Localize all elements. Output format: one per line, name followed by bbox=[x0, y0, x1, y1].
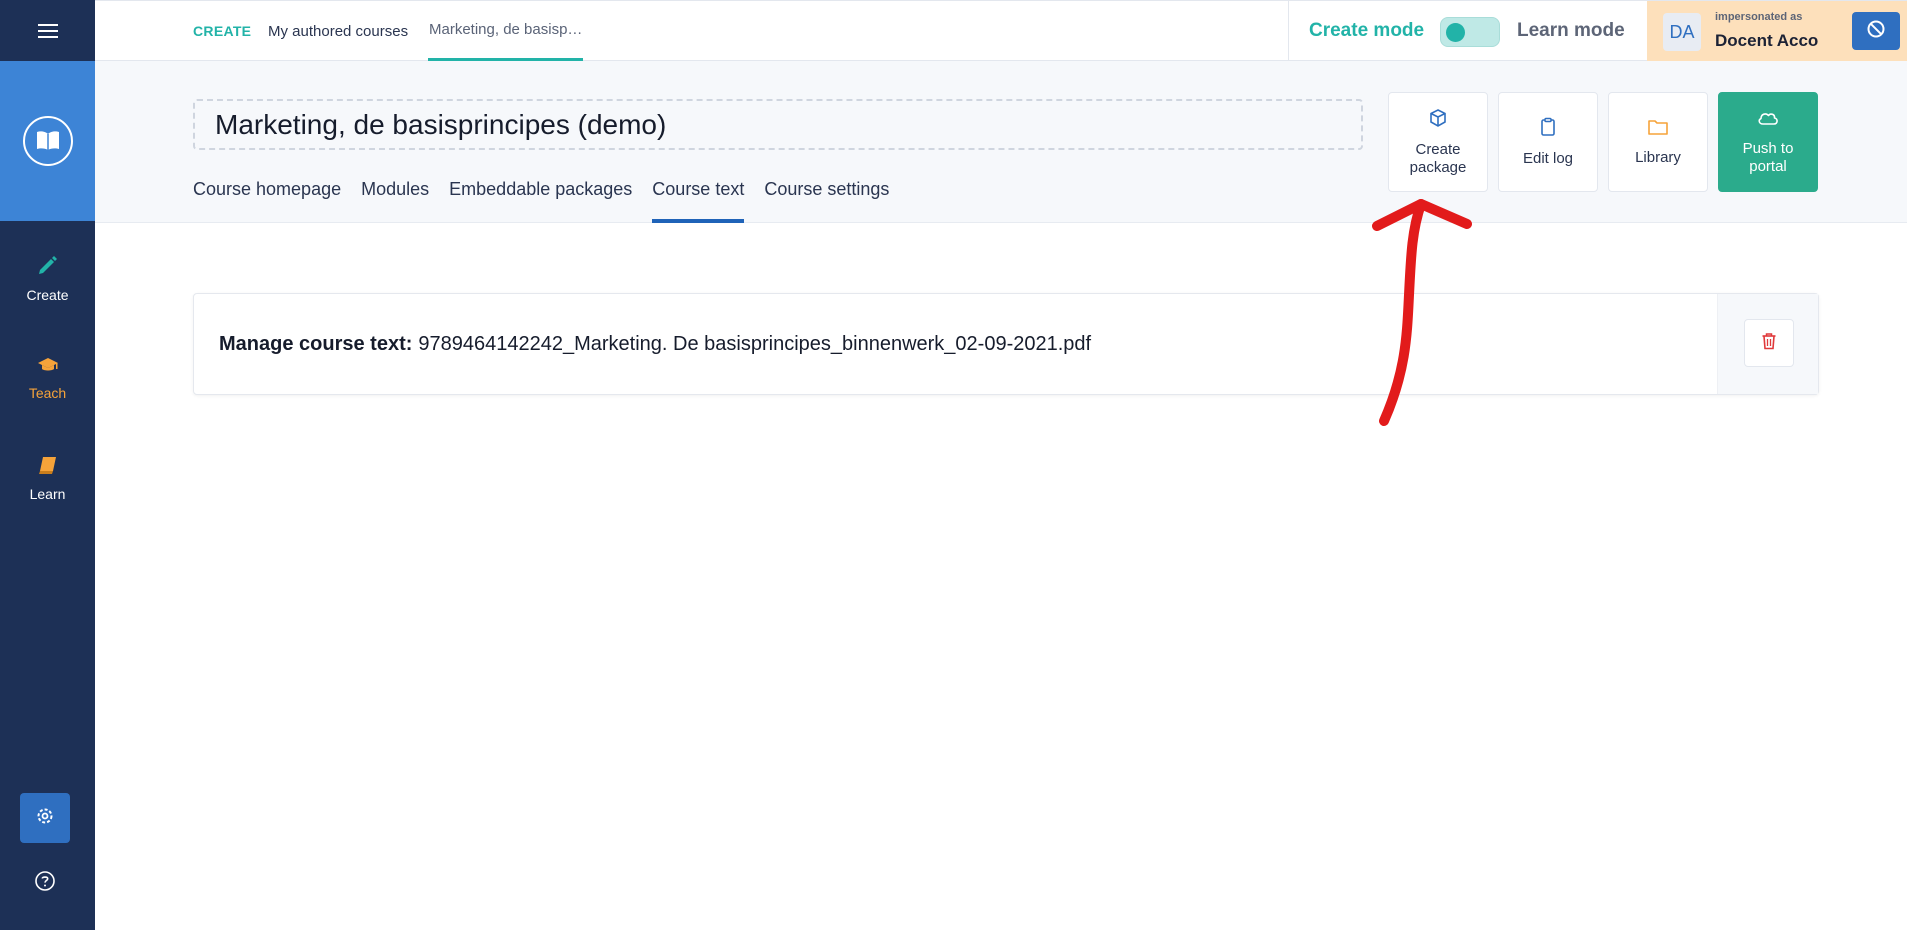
sidebar-item-create[interactable]: Create bbox=[0, 238, 95, 318]
impersonation-label: impersonated as bbox=[1715, 11, 1803, 23]
push-to-portal-label: Push to portal bbox=[1742, 139, 1794, 175]
mode-toggle[interactable] bbox=[1440, 17, 1500, 47]
sidebar-item-learn[interactable]: Learn bbox=[0, 438, 95, 518]
book-icon bbox=[37, 455, 59, 478]
breadcrumb-root[interactable]: CREATE bbox=[193, 1, 251, 61]
sidebar-item-label: Teach bbox=[28, 384, 67, 401]
course-tabs: Course homepage Modules Embeddable packa… bbox=[193, 159, 909, 223]
pencil-icon bbox=[37, 254, 59, 279]
help-button[interactable] bbox=[33, 870, 57, 897]
course-text-label: Manage course text: bbox=[219, 332, 413, 355]
top-bar: CREATE My authored courses Marketing, de… bbox=[95, 0, 1907, 61]
impersonated-user-name: Docent Acco bbox=[1715, 31, 1819, 50]
course-text-card: Manage course text: 9789464142242_Market… bbox=[193, 293, 1819, 395]
app-logo[interactable] bbox=[0, 61, 95, 221]
clipboard-icon bbox=[1539, 117, 1557, 142]
book-open-icon bbox=[22, 116, 73, 166]
edit-log-label: Edit log bbox=[1522, 149, 1574, 167]
toggle-knob bbox=[1446, 23, 1465, 42]
tab-embeddable-packages[interactable]: Embeddable packages bbox=[449, 159, 632, 223]
create-package-label: Create package bbox=[1409, 140, 1467, 176]
ban-icon bbox=[1866, 19, 1886, 44]
question-circle-icon bbox=[34, 870, 56, 897]
push-to-portal-button[interactable]: Push to portal bbox=[1718, 92, 1818, 192]
library-label: Library bbox=[1635, 148, 1681, 166]
breadcrumb-authored-courses[interactable]: My authored courses bbox=[268, 1, 408, 61]
graduation-cap-icon bbox=[37, 356, 59, 377]
sidebar-item-teach[interactable]: Teach bbox=[0, 338, 95, 418]
menu-icon[interactable] bbox=[0, 0, 95, 61]
card-actions bbox=[1717, 294, 1818, 394]
course-text-filename[interactable]: 9789464142242_Marketing. De basisprincip… bbox=[418, 333, 1091, 356]
course-header: Marketing, de basisprincipes (demo) Cour… bbox=[95, 61, 1907, 223]
cloud-icon bbox=[1756, 109, 1780, 132]
library-button[interactable]: Library bbox=[1608, 92, 1708, 192]
tab-course-settings[interactable]: Course settings bbox=[764, 159, 889, 223]
gear-icon bbox=[35, 806, 55, 831]
package-icon bbox=[1428, 108, 1448, 133]
edit-log-button[interactable]: Edit log bbox=[1498, 92, 1598, 192]
sidebar-item-label: Create bbox=[26, 286, 69, 303]
delete-course-text-button[interactable] bbox=[1744, 319, 1794, 367]
breadcrumb-current[interactable]: Marketing, de basisp… bbox=[428, 1, 584, 61]
tab-course-text[interactable]: Course text bbox=[652, 159, 745, 223]
folder-icon bbox=[1647, 118, 1669, 141]
course-title-input[interactable]: Marketing, de basisprincipes (demo) bbox=[193, 99, 1363, 150]
settings-button[interactable] bbox=[20, 793, 70, 843]
trash-icon bbox=[1761, 332, 1777, 355]
mode-switcher: Create mode Learn mode bbox=[1288, 1, 1647, 61]
impersonation-panel: DA impersonated as Docent Acco bbox=[1647, 1, 1907, 61]
create-package-button[interactable]: Create package bbox=[1388, 92, 1488, 192]
tab-course-homepage[interactable]: Course homepage bbox=[193, 159, 341, 223]
sidebar-item-label: Learn bbox=[29, 485, 66, 502]
create-mode-label[interactable]: Create mode bbox=[1309, 20, 1424, 42]
course-text-row: Manage course text: 9789464142242_Market… bbox=[219, 294, 1091, 394]
stop-impersonation-button[interactable] bbox=[1852, 12, 1900, 50]
learn-mode-label[interactable]: Learn mode bbox=[1517, 20, 1625, 42]
tab-modules[interactable]: Modules bbox=[361, 159, 429, 223]
sidebar: Create Teach Learn bbox=[0, 0, 95, 930]
avatar: DA bbox=[1663, 13, 1701, 51]
